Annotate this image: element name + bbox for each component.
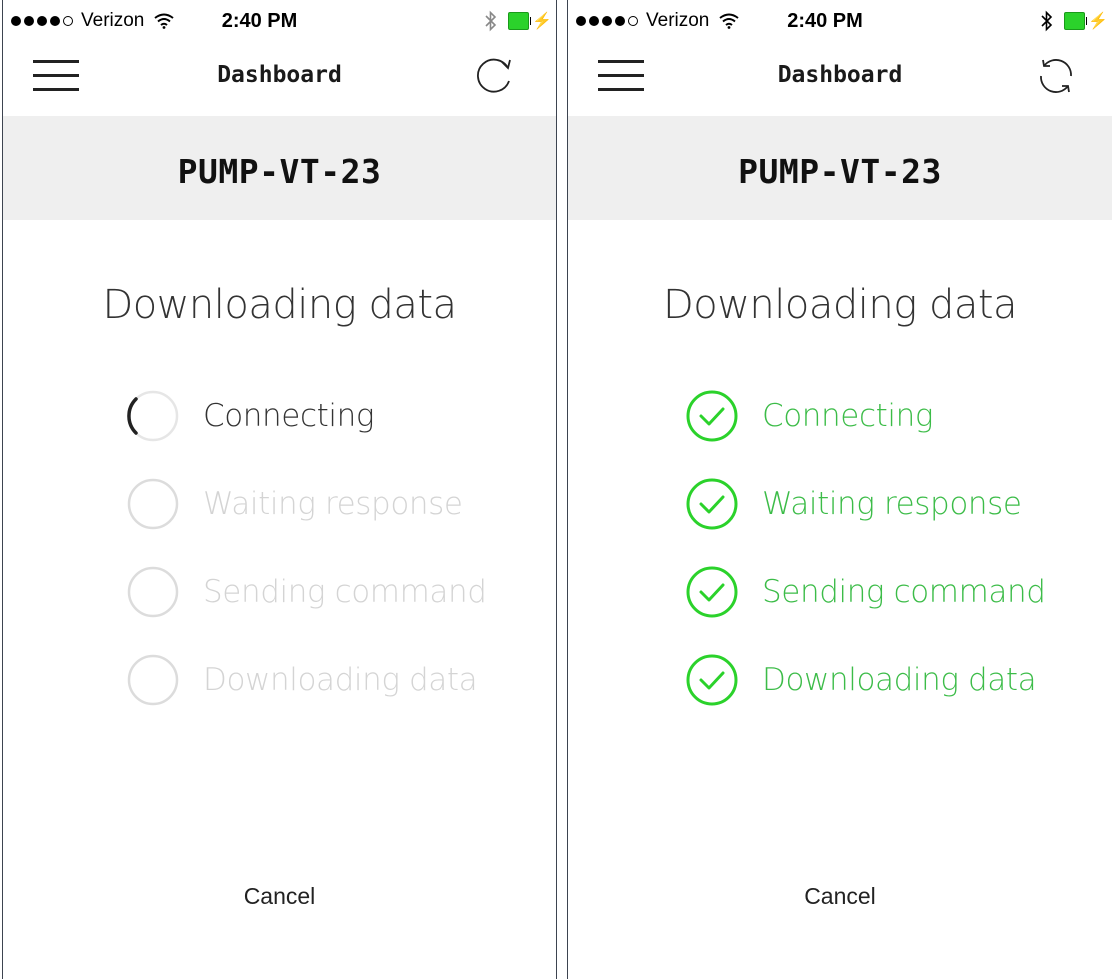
status-time: 2:40 PM bbox=[221, 10, 298, 32]
step-label: Downloading data bbox=[203, 662, 478, 698]
check-circle-icon bbox=[686, 478, 738, 530]
device-name: PUMP-VT-23 bbox=[738, 152, 942, 191]
check-circle-icon bbox=[686, 654, 738, 706]
nav-title: Dashboard bbox=[777, 62, 903, 88]
status-right: ⚡ bbox=[1040, 10, 1108, 32]
battery-tip bbox=[529, 17, 532, 25]
empty-circle-icon bbox=[127, 478, 179, 530]
step-label: Waiting response bbox=[203, 486, 463, 522]
charging-bolt-icon: ⚡ bbox=[532, 13, 552, 30]
step-label: Sending command bbox=[203, 574, 487, 610]
page-heading: Downloading data bbox=[662, 282, 1018, 328]
device-header: PUMP-VT-23 bbox=[568, 116, 1112, 220]
battery-level bbox=[508, 12, 529, 30]
battery-icon: ⚡ bbox=[508, 12, 552, 30]
step-label: Connecting bbox=[203, 398, 375, 434]
bluetooth-icon bbox=[485, 10, 497, 32]
phone-screen-connecting: Verizon 2:40 PM ⚡ Dashboard PUMP-VT-23 D… bbox=[2, 0, 557, 979]
step-label: Connecting bbox=[762, 398, 934, 434]
step-item-connecting: Connecting bbox=[682, 386, 933, 446]
step-item-waiting-response: Waiting response bbox=[123, 474, 463, 534]
status-right: ⚡ bbox=[484, 10, 552, 32]
status-time: 2:40 PM bbox=[787, 10, 863, 32]
step-label: Sending command bbox=[762, 574, 1046, 610]
device-header: PUMP-VT-23 bbox=[3, 116, 556, 220]
page-heading: Downloading data bbox=[102, 282, 457, 328]
bluetooth-icon bbox=[1041, 10, 1053, 32]
nav-bar: Dashboard bbox=[568, 40, 1112, 116]
step-item-connecting: Connecting bbox=[123, 386, 374, 446]
check-circle-icon bbox=[686, 566, 738, 618]
check-circle-icon bbox=[686, 390, 738, 442]
battery-icon: ⚡ bbox=[1064, 12, 1108, 30]
step-item-sending-command: Sending command bbox=[123, 562, 487, 622]
menu-line bbox=[33, 88, 79, 91]
cancel-button[interactable]: Cancel bbox=[3, 883, 556, 910]
menu-line bbox=[598, 88, 644, 91]
cancel-button[interactable]: Cancel bbox=[568, 883, 1112, 910]
empty-circle-icon bbox=[127, 566, 179, 618]
step-item-sending-command: Sending command bbox=[682, 562, 1046, 622]
status-bar: Verizon 2:40 PM ⚡ bbox=[3, 0, 556, 40]
refresh-icon[interactable] bbox=[472, 54, 516, 98]
step-label: Waiting response bbox=[762, 486, 1022, 522]
battery-tip bbox=[1085, 17, 1088, 25]
loading-spinner-icon bbox=[127, 390, 179, 442]
status-bar: Verizon 2:40 PM ⚡ bbox=[568, 0, 1112, 40]
step-item-waiting-response: Waiting response bbox=[682, 474, 1022, 534]
phone-screen-complete: Verizon 2:40 PM ⚡ Dashboard PUMP-VT-23 D… bbox=[567, 0, 1112, 979]
empty-circle-icon bbox=[127, 654, 179, 706]
refresh-icon[interactable] bbox=[1034, 54, 1078, 98]
device-name: PUMP-VT-23 bbox=[177, 152, 382, 191]
screenshot-stage: Verizon 2:40 PM ⚡ Dashboard PUMP-VT-23 D… bbox=[0, 0, 1112, 979]
battery-level bbox=[1064, 12, 1085, 30]
nav-bar: Dashboard bbox=[3, 40, 556, 116]
charging-bolt-icon: ⚡ bbox=[1088, 13, 1108, 30]
step-item-downloading-data: Downloading data bbox=[123, 650, 478, 710]
step-label: Downloading data bbox=[762, 662, 1037, 698]
step-item-downloading-data: Downloading data bbox=[682, 650, 1037, 710]
